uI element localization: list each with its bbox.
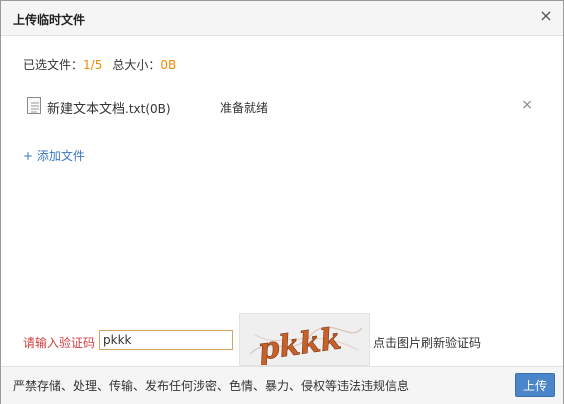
captcha-input[interactable] bbox=[99, 330, 233, 350]
file-basename: 新建文本文档 bbox=[47, 102, 126, 117]
file-status: 准备就绪 bbox=[220, 101, 269, 115]
dialog-titlebar: 上传临时文件 × bbox=[1, 1, 563, 36]
file-list-item: 新建文本文档.txt(0B) 准备就绪 × bbox=[27, 97, 537, 117]
compliance-notice: 严禁存储、处理、传输、发布任何涉密、色情、暴力、侵权等违法违规信息 bbox=[13, 379, 410, 393]
dialog-title: 上传临时文件 bbox=[13, 13, 86, 27]
captcha-label: 请输入验证码 bbox=[23, 336, 96, 350]
upload-summary: 已选文件：1/5 总大小：0B bbox=[23, 56, 176, 73]
add-file-link[interactable]: + 添加文件 bbox=[23, 147, 85, 164]
selected-files-count: 1/5 bbox=[83, 58, 103, 72]
total-size-value: 0B bbox=[160, 58, 177, 72]
captcha-refresh-hint: 点击图片刷新验证码 bbox=[373, 336, 482, 350]
upload-button[interactable]: 上传 bbox=[515, 373, 555, 397]
remove-icon[interactable]: × bbox=[521, 97, 533, 113]
file-ext-size: .txt(0B) bbox=[125, 102, 171, 116]
text-file-icon bbox=[27, 97, 41, 114]
file-name: 新建文本文档.txt(0B) bbox=[47, 98, 171, 117]
captcha-image[interactable]: pkkk bbox=[239, 313, 370, 368]
close-icon[interactable]: × bbox=[539, 8, 553, 24]
upload-temp-file-dialog: 上传临时文件 × 已选文件：1/5 总大小：0B 新建文本文档.txt(0B) 准… bbox=[0, 0, 564, 404]
total-size-label: 总大小： bbox=[112, 58, 161, 72]
selected-files-label: 已选文件： bbox=[23, 58, 84, 72]
dialog-footer: 严禁存储、处理、传输、发布任何涉密、色情、暴力、侵权等违法违规信息 上传 bbox=[1, 366, 563, 404]
